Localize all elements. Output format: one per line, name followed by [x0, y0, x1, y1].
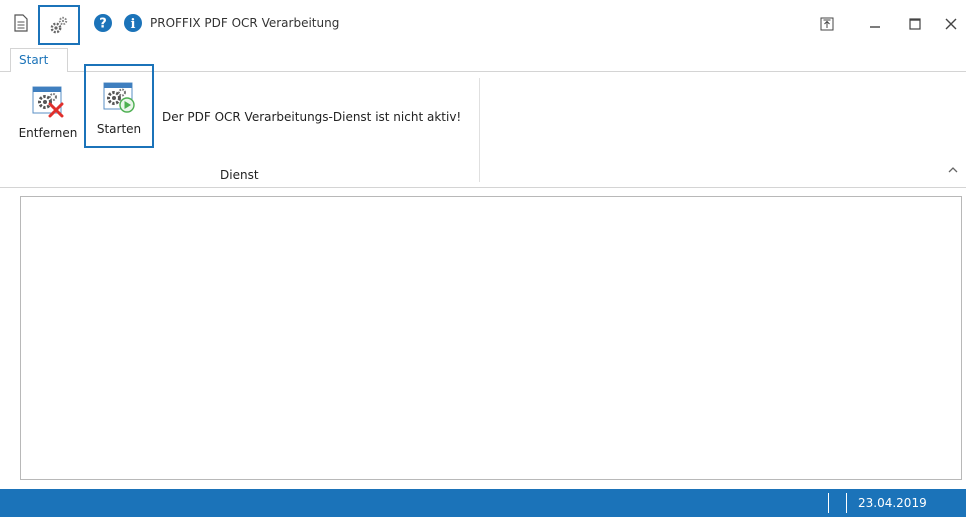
status-date: 23.04.2019 — [858, 496, 927, 510]
remove-service-label: Entfernen — [18, 126, 78, 140]
close-button[interactable] — [934, 10, 966, 38]
title-bar: ? i PROFFIX PDF OCR Verarbeitung — [0, 0, 966, 48]
maximize-button[interactable] — [898, 10, 932, 38]
ribbon: Entfernen Starten Der PDF OCR Verarbeitu… — [0, 64, 966, 188]
collapse-ribbon-button[interactable] — [948, 164, 958, 177]
gear-icon — [50, 16, 68, 34]
start-service-icon — [103, 82, 135, 113]
status-separator — [828, 493, 829, 513]
status-bar: 23.04.2019 — [0, 489, 966, 517]
app-window: ? i PROFFIX PDF OCR Verarbeitung Start E… — [0, 0, 966, 517]
info-icon[interactable]: i — [122, 12, 144, 34]
minimize-icon — [870, 26, 880, 28]
settings-button[interactable] — [38, 5, 80, 45]
maximize-icon — [909, 18, 921, 30]
remove-service-icon — [32, 86, 64, 118]
svg-text:?: ? — [99, 17, 107, 32]
help-icon[interactable]: ? — [92, 12, 114, 34]
chevron-up-icon — [948, 167, 958, 173]
window-title: PROFFIX PDF OCR Verarbeitung — [150, 16, 340, 30]
minimize-button[interactable] — [858, 10, 892, 38]
pin-icon — [820, 17, 834, 31]
main-content-panel — [20, 196, 962, 480]
ribbon-group-separator — [479, 78, 480, 182]
document-icon[interactable] — [10, 12, 32, 34]
svg-text:i: i — [131, 17, 136, 32]
status-separator — [846, 493, 847, 513]
close-icon — [945, 18, 957, 30]
ribbon-group-label: Dienst — [220, 168, 259, 182]
service-status-message: Der PDF OCR Verarbeitungs-Dienst ist nic… — [162, 110, 462, 124]
start-service-button[interactable]: Starten — [84, 64, 154, 148]
tab-start[interactable]: Start — [10, 48, 68, 73]
pin-ribbon-button[interactable] — [810, 10, 844, 38]
remove-service-button[interactable]: Entfernen — [12, 82, 84, 146]
start-service-label: Starten — [96, 122, 142, 136]
